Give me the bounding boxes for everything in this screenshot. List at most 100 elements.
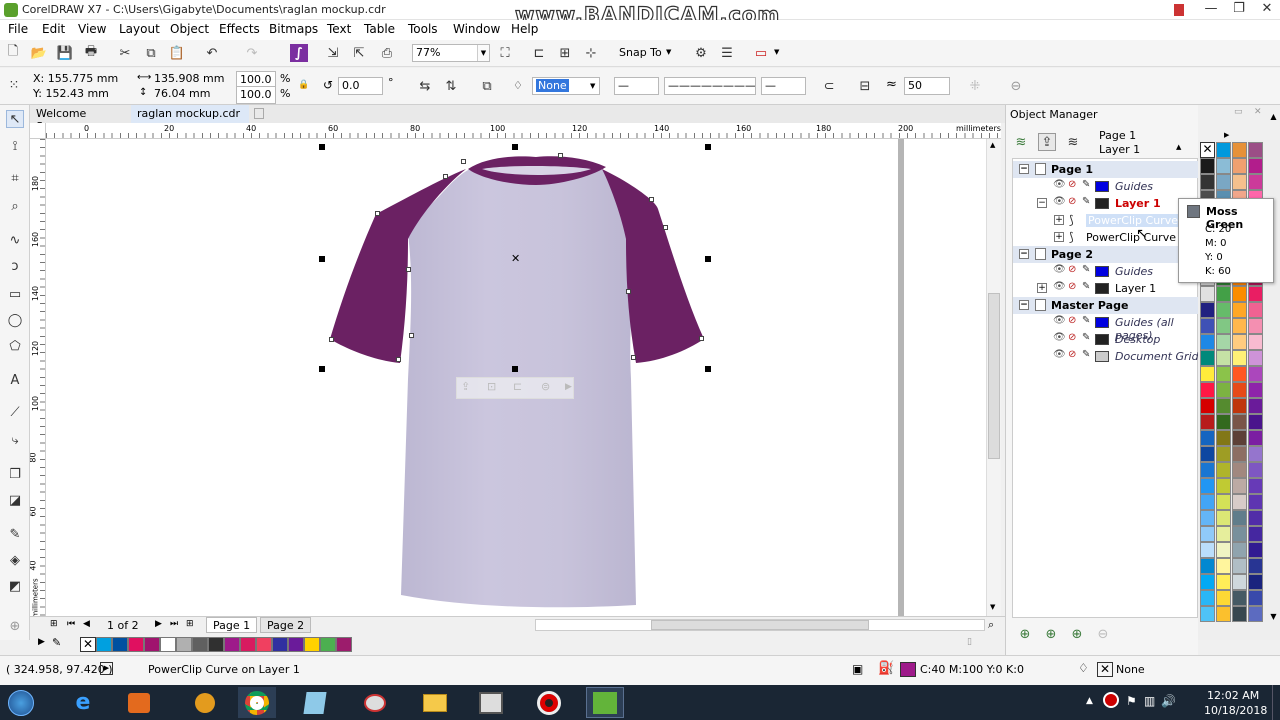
color-swatch[interactable] — [1200, 574, 1215, 590]
color-swatch[interactable] — [336, 637, 352, 652]
chevron-down-icon[interactable]: ▼ — [590, 82, 595, 90]
fill-color-swatch[interactable] — [900, 662, 916, 677]
ellipse-tool-icon[interactable]: ◯ — [6, 311, 24, 329]
previous-page-icon[interactable]: ◀ — [83, 619, 90, 629]
snap-to-dropdown[interactable]: Snap To — [619, 46, 662, 59]
tree-layer-row[interactable]: 👁 ⊘ ✎ Guides (all pages) — [1013, 314, 1199, 342]
show-guidelines-icon[interactable]: ⊹ — [582, 44, 600, 62]
color-swatch[interactable] — [1200, 302, 1215, 318]
menu-table[interactable]: Table — [364, 22, 395, 36]
color-swatch[interactable] — [1248, 302, 1263, 318]
zoom-tool-icon[interactable]: ⌕ — [6, 197, 24, 215]
color-swatch[interactable] — [1232, 462, 1247, 478]
panel-close-icon[interactable]: ✕ — [1254, 107, 1262, 117]
selection-handle[interactable] — [512, 144, 518, 150]
color-swatch[interactable] — [1200, 382, 1215, 398]
panel-options-icon[interactable]: ▭ — [1234, 107, 1243, 117]
open-icon[interactable]: 📂 — [30, 44, 48, 62]
color-swatch[interactable] — [1248, 510, 1263, 526]
color-swatch[interactable] — [1248, 590, 1263, 606]
import-icon[interactable]: ⇲ — [324, 44, 342, 62]
text-tool-icon[interactable]: A — [6, 371, 24, 389]
menu-window[interactable]: Window — [453, 22, 500, 36]
media-player-icon[interactable] — [120, 687, 158, 718]
tree-layer-row[interactable]: 👁 ⊘ ✎ Guides — [1013, 263, 1199, 280]
selection-handle[interactable] — [319, 256, 325, 262]
color-swatch[interactable] — [1200, 158, 1215, 174]
visibility-eye-icon[interactable]: 👁 — [1053, 349, 1066, 360]
color-swatch[interactable] — [1248, 366, 1263, 382]
edit-pencil-icon[interactable]: ✎ — [1082, 281, 1090, 292]
add-page-before-icon[interactable]: ⊞ — [50, 619, 58, 629]
color-swatch[interactable] — [1248, 398, 1263, 414]
selection-handle[interactable] — [705, 366, 711, 372]
color-swatch[interactable] — [1232, 542, 1247, 558]
menu-view[interactable]: View — [78, 22, 106, 36]
pick-tool-icon[interactable]: ↖ — [6, 110, 24, 128]
color-swatch[interactable] — [1216, 414, 1231, 430]
color-swatch[interactable] — [1200, 414, 1215, 430]
media-center-icon[interactable] — [186, 687, 224, 718]
layer-color-swatch[interactable] — [1095, 317, 1109, 328]
wrap-text-icon[interactable]: ⧉ — [478, 77, 496, 95]
curve-node[interactable] — [329, 337, 334, 342]
chevron-down-icon[interactable]: ▼ — [774, 48, 779, 56]
color-swatch[interactable] — [1232, 174, 1247, 190]
lock-contents-icon[interactable]: ⊜ — [541, 380, 550, 393]
connector-tool-icon[interactable]: ⤷ — [6, 431, 24, 449]
line-style-select[interactable]: ———————— — [664, 77, 756, 95]
tab-close-icon[interactable] — [254, 108, 264, 119]
tree-page-row[interactable]: − Page 2 — [1013, 246, 1199, 263]
horizontal-scrollbar[interactable] — [535, 619, 985, 631]
color-swatch[interactable] — [1216, 350, 1231, 366]
quick-customize-icon[interactable]: ⊖ — [1007, 77, 1025, 95]
edit-pencil-icon[interactable]: ✎ — [1082, 179, 1090, 190]
color-swatch[interactable] — [112, 637, 128, 652]
edit-pencil-icon[interactable]: ✎ — [1082, 349, 1090, 360]
color-swatch[interactable] — [1216, 142, 1231, 158]
page-tab-1[interactable]: Page 1 — [206, 617, 258, 633]
scale-height-field[interactable]: 100.0 — [236, 86, 276, 104]
cut-icon[interactable]: ✂ — [116, 44, 134, 62]
color-swatch[interactable] — [1216, 478, 1231, 494]
welcome-screen-icon[interactable]: ▭ — [752, 44, 770, 62]
color-swatch[interactable] — [1200, 446, 1215, 462]
color-swatch[interactable] — [208, 637, 224, 652]
color-swatch[interactable] — [1216, 510, 1231, 526]
layer-color-swatch[interactable] — [1095, 283, 1109, 294]
color-swatch[interactable] — [1248, 558, 1263, 574]
menu-layout[interactable]: Layout — [119, 22, 160, 36]
color-swatch[interactable] — [1216, 494, 1231, 510]
menu-file[interactable]: File — [8, 22, 28, 36]
color-swatch[interactable] — [96, 637, 112, 652]
network-tray-icon[interactable]: ▥ — [1144, 694, 1155, 708]
curve-node[interactable] — [699, 336, 704, 341]
color-swatch[interactable] — [1232, 414, 1247, 430]
color-swatch[interactable] — [1216, 446, 1231, 462]
undo-icon[interactable]: ↶ — [203, 44, 221, 62]
selection-handle[interactable] — [319, 366, 325, 372]
collapse-toggle-icon[interactable]: − — [1019, 249, 1029, 259]
color-swatch[interactable] — [272, 637, 288, 652]
color-swatch[interactable] — [1200, 558, 1215, 574]
tray-expand-icon[interactable]: ▲ — [1086, 696, 1093, 706]
bandicam-icon[interactable] — [530, 687, 568, 718]
interactive-fill-icon[interactable]: ◈ — [6, 551, 24, 569]
color-swatch[interactable] — [1232, 302, 1247, 318]
chevron-down-icon[interactable]: ▼ — [477, 45, 489, 61]
search-content-icon[interactable]: ∫ — [290, 44, 308, 62]
color-swatch[interactable] — [320, 637, 336, 652]
tree-object-row[interactable]: + ⟆ PowerClip Curve — [1013, 229, 1199, 246]
selection-handle[interactable] — [512, 366, 518, 372]
color-swatch[interactable] — [1248, 350, 1263, 366]
color-swatch[interactable] — [288, 637, 304, 652]
visibility-eye-icon[interactable]: 👁 — [1053, 179, 1066, 190]
no-fill-swatch[interactable]: ✕ — [80, 637, 96, 652]
color-swatch[interactable] — [1248, 334, 1263, 350]
print-disabled-icon[interactable]: ⊘ — [1068, 349, 1076, 360]
crop-tool-icon[interactable]: ⌗ — [6, 169, 24, 187]
layer-manager-view-icon[interactable]: ⇪ — [1038, 133, 1056, 151]
visibility-eye-icon[interactable]: 👁 — [1053, 332, 1066, 343]
color-swatch[interactable] — [1216, 526, 1231, 542]
color-swatch[interactable] — [1200, 606, 1215, 622]
